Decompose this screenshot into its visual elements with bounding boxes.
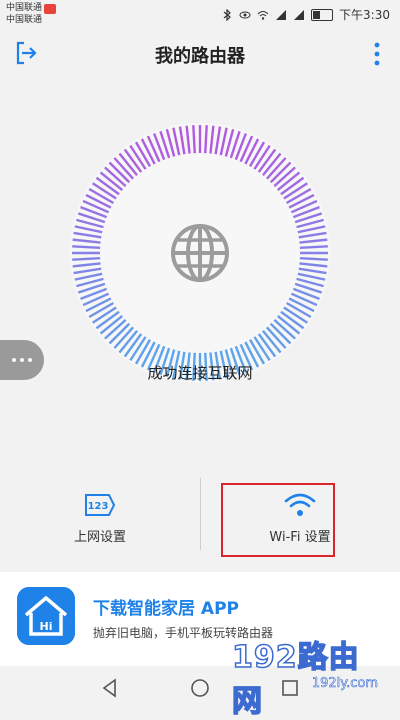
watermark-url: 192ly.com [311,676,379,692]
status-time: 下午3:30 [339,8,390,22]
svg-text:Hi: Hi [40,620,53,633]
floating-menu-dot [28,358,32,362]
ring-tick [299,257,328,261]
carrier-info: 中国联通 中国联通 [6,2,42,26]
banner-title: 下载智能家居 APP [93,599,239,619]
status-icons: 下午3:30 [221,6,390,23]
floating-menu-button[interactable] [0,340,44,380]
floating-menu-dot [20,358,24,362]
internet-settings-button[interactable]: 123 上网设置 [0,486,200,556]
home-icon[interactable] [190,678,210,698]
battery-icon [311,8,334,21]
wifi-status-icon [257,10,269,20]
quick-actions: 123 上网设置 Wi-Fi 设置 [0,478,400,558]
carrier-line-2: 中国联通 [6,15,43,25]
floating-menu-icon [12,358,16,362]
ring-tick [72,245,101,249]
eye-icon [239,11,251,18]
ring-tick [192,125,196,154]
carrier-line-1: 中国联通 [6,3,43,13]
internet-settings-label: 上网设置 [73,530,126,545]
status-bar: 中国联通 中国联通 下午3:30 [0,0,400,28]
back-icon[interactable] [100,678,120,698]
page-title: 我的路由器 [155,46,245,67]
internet-settings-icon: 123 [85,494,116,516]
wifi-highlight-box [221,483,335,557]
internet-icon-text: 123 [88,501,109,512]
globe-icon [171,224,229,282]
bluetooth-icon [223,8,231,21]
smart-home-app-logo: Hi [17,587,75,645]
ring-tick [204,125,208,154]
app-header: 我的路由器 [0,30,400,78]
signal-2-icon [294,9,305,20]
ring-tick [299,245,328,249]
signal-1-icon [276,9,287,20]
more-vertical-icon[interactable] [372,40,382,68]
notification-badge-icon [44,4,56,14]
connection-ring [67,120,333,386]
watermark: 192路由网 192ly.com [231,632,392,720]
ring-tick [72,257,101,261]
connection-status: 成功连接互联网 [147,364,253,382]
